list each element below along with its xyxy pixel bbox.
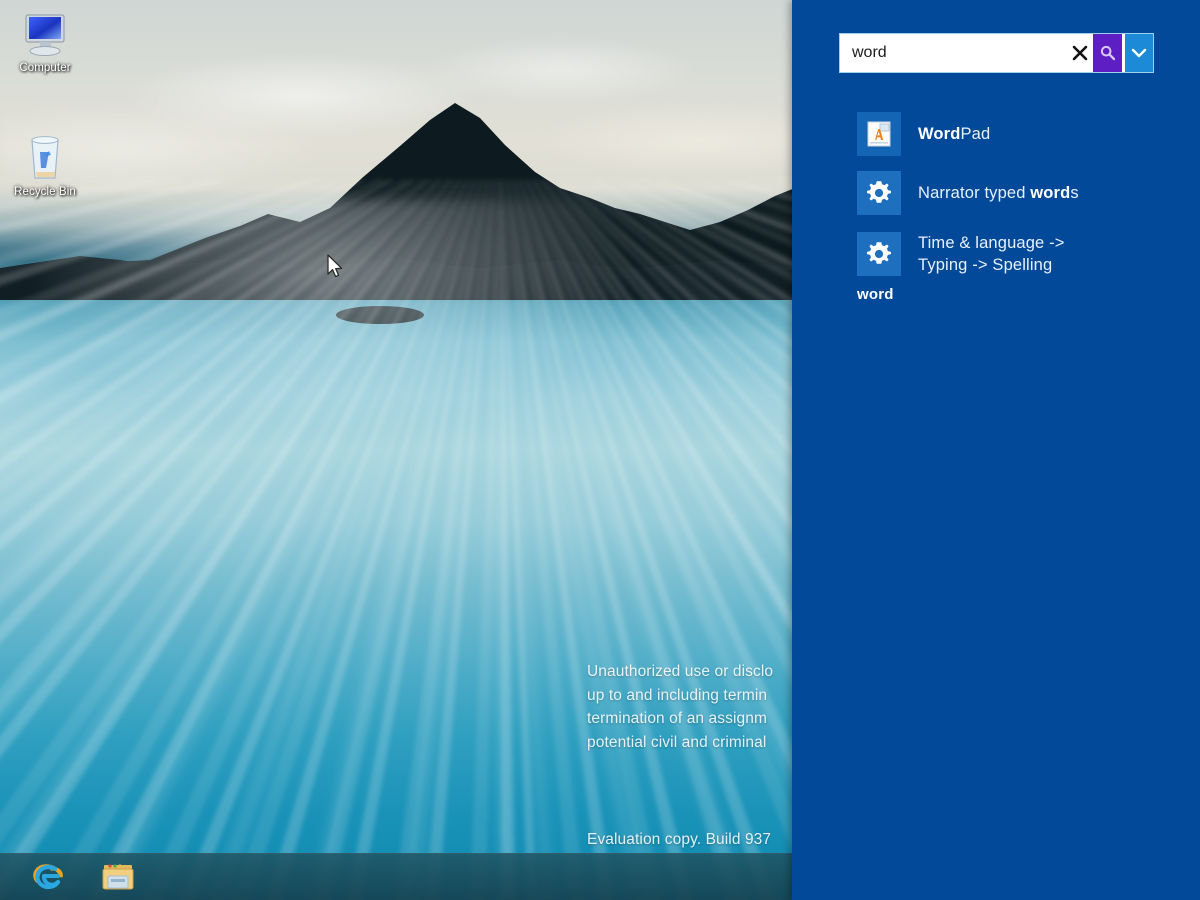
close-x-icon: [1072, 45, 1088, 61]
search-result-label: Narrator typed words: [918, 182, 1079, 204]
watermark-build-line: Evaluation copy. Build 937: [587, 831, 772, 848]
computer-monitor-icon: [3, 6, 87, 58]
search-input[interactable]: [840, 34, 1067, 72]
search-flyout-panel: WordPad Narrator typed words: [792, 0, 1200, 900]
result-match-text: word: [1030, 183, 1071, 202]
search-result-label: Time & language -> Typing -> Spelling: [918, 232, 1065, 277]
clear-search-button[interactable]: [1067, 34, 1094, 72]
result-post-text: s: [1070, 183, 1079, 202]
desktop-screen: Computer Recycle Bin Unauthorized use or…: [0, 0, 1200, 900]
search-magnifier-icon: [1100, 45, 1115, 61]
recycle-bin-icon: [3, 130, 87, 182]
wordpad-app-icon: [857, 111, 901, 156]
search-options-dropdown-button[interactable]: [1125, 34, 1153, 72]
desktop-icon-label: Computer: [19, 62, 71, 74]
result-line-2: Typing -> Spelling: [918, 256, 1053, 274]
settings-gear-icon: [857, 170, 901, 215]
search-result-wordpad[interactable]: WordPad: [792, 104, 1200, 163]
search-results-list: WordPad Narrator typed words Time & lang…: [792, 104, 1200, 286]
desktop-icon-label: Recycle Bin: [14, 186, 76, 198]
file-explorer-folder-icon: [102, 864, 134, 890]
taskbar-button-internet-explorer[interactable]: [26, 857, 70, 897]
result-match-text: Word: [918, 124, 961, 143]
result-rest-text: Pad: [960, 124, 991, 143]
internet-explorer-icon: [33, 864, 63, 890]
result-line-1: Time & language ->: [918, 233, 1065, 252]
search-result-time-and-language[interactable]: Time & language -> Typing -> Spelling: [792, 222, 1200, 286]
search-result-narrator-typed-words[interactable]: Narrator typed words: [792, 163, 1200, 222]
search-box: [839, 33, 1154, 73]
search-result-label: WordPad: [918, 123, 990, 145]
settings-gear-icon: [857, 232, 901, 276]
taskbar-button-file-explorer[interactable]: [96, 857, 140, 897]
search-submit-button[interactable]: [1093, 34, 1123, 72]
result-pre-text: Narrator typed: [918, 183, 1031, 202]
desktop-icon-recycle-bin[interactable]: Recycle Bin: [3, 130, 87, 199]
desktop-icon-computer[interactable]: Computer: [3, 6, 87, 75]
search-web-suggestion[interactable]: word: [857, 286, 894, 303]
chevron-down-icon: [1131, 48, 1147, 58]
